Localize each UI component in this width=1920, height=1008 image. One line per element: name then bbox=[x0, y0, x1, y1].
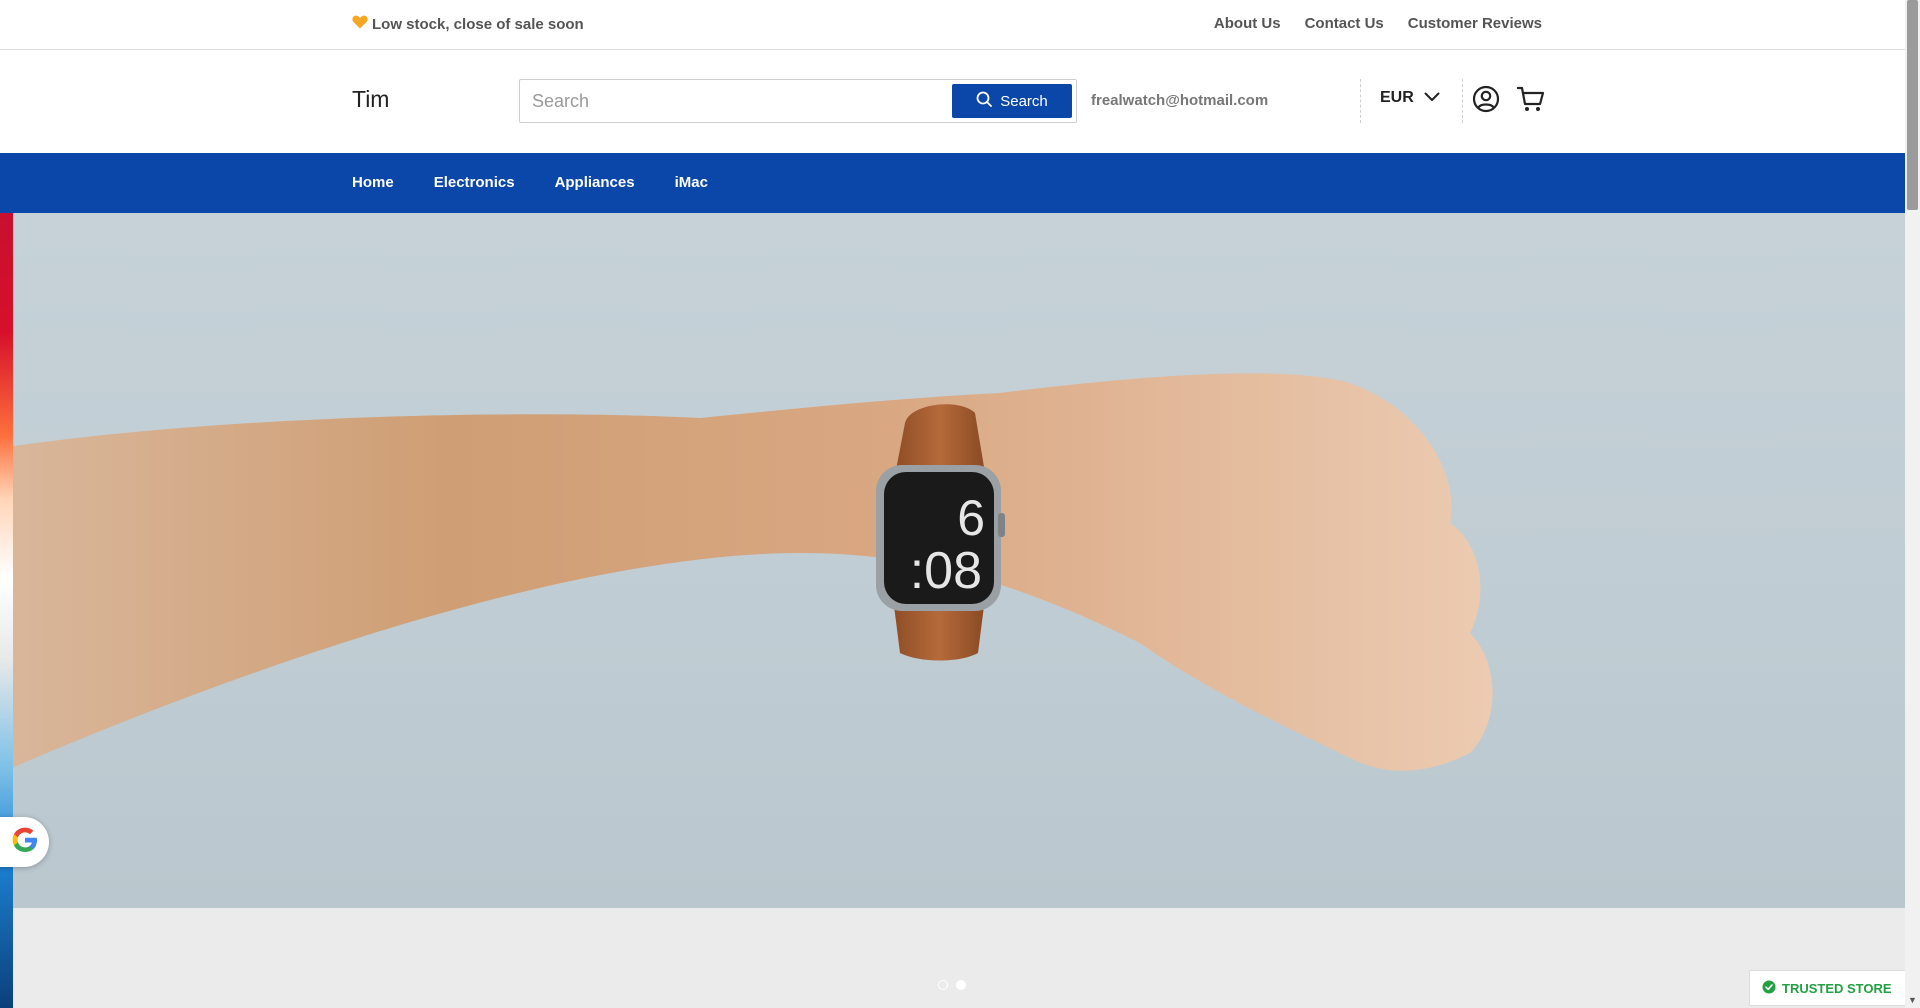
announcement-bar: Low stock, close of sale soon About Us C… bbox=[0, 0, 1905, 50]
main-nav: Home Electronics Appliances iMac bbox=[0, 153, 1905, 213]
nav-item-appliances[interactable]: Appliances bbox=[555, 174, 635, 191]
customer-reviews-link[interactable]: Customer Reviews bbox=[1408, 15, 1542, 32]
slide-dot-2[interactable] bbox=[956, 980, 966, 990]
search-icon bbox=[976, 91, 993, 111]
hero-image: 6 :08 bbox=[0, 373, 1493, 773]
cart-icon[interactable] bbox=[1516, 85, 1546, 113]
watch-minutes: :08 bbox=[910, 542, 982, 600]
search-bar: Search bbox=[519, 79, 1077, 123]
google-icon bbox=[10, 825, 40, 860]
watch-hour: 6 bbox=[957, 490, 985, 546]
header-divider bbox=[1462, 79, 1463, 123]
account-icon[interactable] bbox=[1472, 85, 1500, 113]
hero-slideshow[interactable]: 6 :08 bbox=[0, 213, 1905, 908]
side-decoration bbox=[0, 213, 13, 1008]
contact-us-link[interactable]: Contact Us bbox=[1305, 15, 1384, 32]
site-header: Tim Search frealwatch@hotmail.com EUR bbox=[0, 51, 1905, 153]
about-us-link[interactable]: About Us bbox=[1214, 15, 1281, 32]
header-divider bbox=[1360, 79, 1361, 123]
utility-links: About Us Contact Us Customer Reviews bbox=[1214, 15, 1542, 32]
store-logo[interactable]: Tim bbox=[352, 86, 389, 113]
nav-item-electronics[interactable]: Electronics bbox=[434, 174, 515, 191]
trusted-store-badge[interactable]: TRUSTED STORE bbox=[1749, 970, 1905, 1006]
heart-icon bbox=[352, 15, 368, 33]
trusted-store-label: TRUSTED STORE bbox=[1782, 980, 1892, 996]
nav-item-home[interactable]: Home bbox=[352, 174, 394, 191]
google-reviews-badge[interactable] bbox=[0, 817, 49, 867]
announcement-message: Low stock, close of sale soon bbox=[352, 15, 584, 33]
contact-email[interactable]: frealwatch@hotmail.com bbox=[1091, 92, 1268, 109]
search-input[interactable] bbox=[532, 80, 932, 122]
search-button-label: Search bbox=[1000, 92, 1048, 110]
search-button[interactable]: Search bbox=[952, 84, 1072, 118]
slideshow-dots bbox=[938, 980, 966, 990]
scrollbar-thumb[interactable] bbox=[1907, 0, 1918, 210]
announcement-text: Low stock, close of sale soon bbox=[372, 15, 584, 33]
currency-selector[interactable]: EUR bbox=[1380, 89, 1440, 107]
slide-dot-1[interactable] bbox=[938, 980, 948, 990]
currency-label: EUR bbox=[1380, 89, 1414, 106]
scroll-down-arrow-icon[interactable]: ▼ bbox=[1905, 992, 1920, 1008]
chevron-down-icon bbox=[1424, 89, 1440, 107]
hero-lower-band bbox=[0, 908, 1905, 1008]
nav-item-imac[interactable]: iMac bbox=[675, 174, 708, 191]
shield-check-icon bbox=[1762, 980, 1776, 997]
